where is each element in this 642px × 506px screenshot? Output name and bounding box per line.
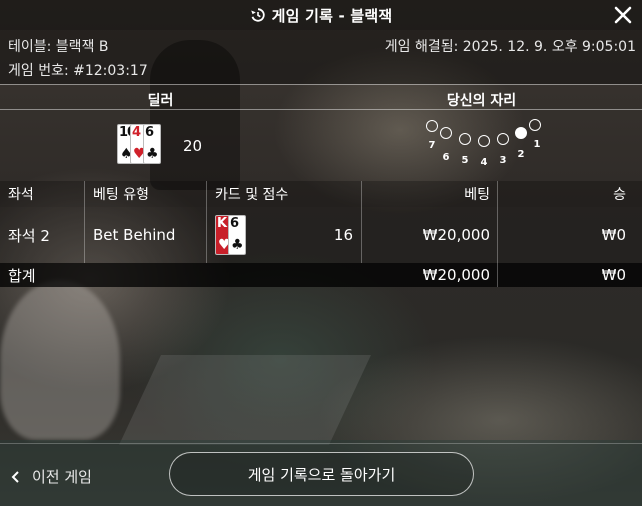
- card-rank: K: [217, 216, 227, 231]
- seat-dot-2: [515, 127, 527, 139]
- total-win: ₩0: [601, 266, 626, 284]
- game-history-overlay: 게임 기록 - 블랙잭 테이블: 블랙잭 B 게임 번호: #12:03:17 …: [0, 0, 642, 506]
- divider: [0, 84, 642, 85]
- col-bet: 베팅: [464, 187, 490, 203]
- resolved-time: 게임 해결됨: 2025. 12. 9. 오후 9:05:01: [384, 39, 636, 55]
- card-rank: 6: [145, 125, 154, 140]
- column-divider: [84, 181, 85, 207]
- dealer-heading: 딜러: [147, 93, 174, 109]
- dealer-cards: 10 ♠ 4 ♥ 6 ♣: [117, 124, 177, 164]
- dealer-score: 20: [183, 137, 203, 155]
- column-divider: [206, 207, 207, 263]
- col-win: 승: [613, 187, 626, 203]
- footer-divider: [0, 443, 642, 444]
- row-win: ₩0: [601, 226, 626, 244]
- seat-number: 2: [517, 149, 525, 160]
- row-seat: 좌석 2: [8, 226, 50, 245]
- card-rank: 4: [132, 125, 141, 140]
- col-seat: 좌석: [8, 187, 34, 203]
- table-name: 테이블: 블랙잭 B: [8, 39, 109, 55]
- history-icon: [250, 8, 265, 22]
- column-divider: [206, 181, 207, 207]
- chevron-left-icon: [11, 470, 19, 483]
- seat-number: 7: [428, 140, 436, 151]
- card-rank: 6: [230, 216, 239, 231]
- player-cards: K ♥ 6 ♣: [215, 215, 275, 255]
- seat-number: 4: [480, 157, 488, 168]
- row-score: 16: [333, 226, 353, 244]
- title-bar: 게임 기록 - 블랙잭: [0, 0, 642, 30]
- seat-dot-3: [497, 133, 509, 145]
- row-bet-type: Bet Behind: [93, 226, 176, 244]
- divider: [0, 109, 642, 110]
- seat-dot-6: [440, 127, 452, 139]
- game-number: 게임 번호: #12:03:17: [8, 63, 148, 79]
- seat-dot-7: [426, 120, 438, 132]
- total-bet: ₩20,000: [422, 266, 490, 284]
- card-suit: ♣: [231, 237, 244, 253]
- seat-number: 1: [533, 139, 541, 150]
- seat-map: 7654321: [420, 116, 550, 168]
- column-divider: [497, 207, 498, 263]
- page-title: 게임 기록 - 블랙잭: [271, 6, 393, 25]
- seat-number: 5: [461, 155, 469, 166]
- table-header: 좌석 베팅 유형 카드 및 점수 베팅 승: [0, 181, 642, 207]
- column-divider: [84, 207, 85, 263]
- back-to-history-button[interactable]: 게임 기록으로 돌아가기: [169, 452, 474, 496]
- total-label: 합계: [8, 266, 36, 285]
- close-icon[interactable]: [612, 4, 634, 26]
- column-divider: [497, 181, 498, 207]
- col-bet-type: 베팅 유형: [93, 187, 149, 203]
- seat-number: 3: [499, 155, 507, 166]
- seat-dot-4: [478, 135, 490, 147]
- playing-card: 6 ♣: [143, 124, 161, 164]
- game-meta: 테이블: 블랙잭 B 게임 번호: #12:03:17 게임 해결됨: 2025…: [0, 30, 642, 84]
- column-divider: [361, 181, 362, 207]
- playing-card: 6 ♣: [228, 215, 246, 255]
- column-divider: [497, 263, 498, 287]
- column-divider: [361, 207, 362, 263]
- card-suit: ♣: [146, 146, 159, 162]
- seat-dot-1: [529, 119, 541, 131]
- total-row: 합계 ₩20,000 ₩0: [0, 263, 642, 287]
- row-bet: ₩20,000: [422, 226, 490, 244]
- seat-number: 6: [442, 152, 450, 163]
- previous-game-button[interactable]: 이전 게임: [10, 466, 92, 487]
- table-row: 좌석 2 Bet Behind K ♥ 6 ♣ 16 ₩20,000 ₩0: [0, 207, 642, 263]
- previous-game-label: 이전 게임: [32, 468, 92, 486]
- seat-dot-5: [459, 133, 471, 145]
- col-cards-score: 카드 및 점수: [215, 187, 289, 203]
- seat-heading: 당신의 자리: [446, 93, 517, 109]
